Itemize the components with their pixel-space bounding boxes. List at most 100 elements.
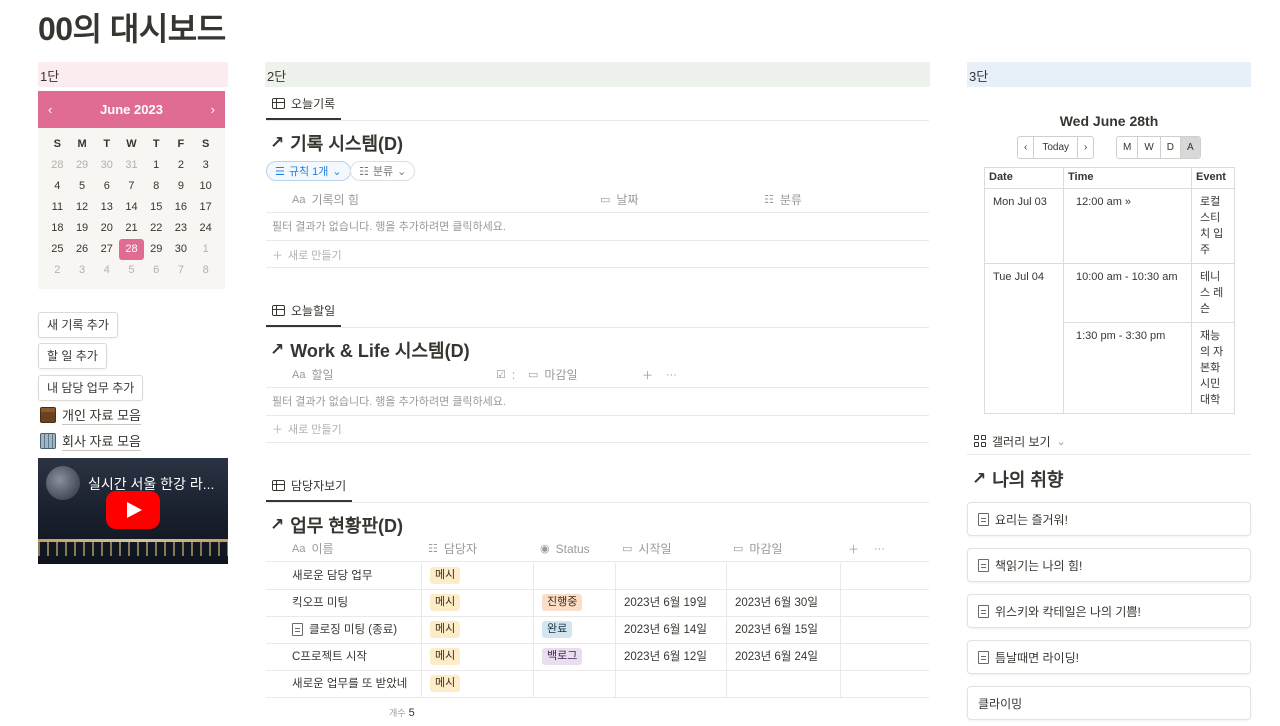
filter-pill[interactable]: ☰ 규칙 1개 ⌄ xyxy=(266,161,351,181)
calendar-day[interactable]: 21 xyxy=(119,218,144,239)
next-week-button[interactable]: › xyxy=(1078,137,1093,158)
calendar-day[interactable]: 19 xyxy=(70,218,95,239)
prev-month-icon[interactable]: ‹ xyxy=(48,102,52,117)
header-due[interactable]: ▭ 마감일 xyxy=(502,366,578,383)
new-row-button[interactable]: ＋ 새로 만들기 xyxy=(272,421,342,437)
task-due-date[interactable] xyxy=(727,563,841,590)
calendar-day[interactable]: 4 xyxy=(94,260,119,281)
add-my-task-button[interactable]: 내 담당 업무 추가 xyxy=(38,375,144,401)
new-row-button[interactable]: ＋ 새로 만들기 xyxy=(272,247,342,263)
table-row[interactable]: 새로운 담당 업무 메시 xyxy=(266,563,929,590)
youtube-embed[interactable]: 실시간 서울 한강 라... xyxy=(38,458,228,564)
table-row[interactable]: 클로징 미팅 (종료) 메시 완료 2023년 6월 14일 2023년 6월 15일 xyxy=(266,617,929,644)
task-name[interactable]: 새로운 담당 업무 xyxy=(266,563,422,590)
today-button[interactable]: Today xyxy=(1034,137,1079,158)
tab-by-owner[interactable]: 담당자보기 xyxy=(266,470,353,502)
calendar-day[interactable]: 2 xyxy=(169,155,194,176)
header-todo[interactable]: Aa 할일 xyxy=(266,366,334,383)
header-name[interactable]: Aa 이름 xyxy=(266,540,334,557)
header-title[interactable]: Aa 기록의 힘 xyxy=(266,191,359,208)
calendar-day[interactable]: 23 xyxy=(169,218,194,239)
play-icon[interactable] xyxy=(106,491,160,529)
calendar-day[interactable]: 30 xyxy=(169,239,194,260)
task-due-date[interactable] xyxy=(727,671,841,698)
calendar-day[interactable]: 20 xyxy=(94,218,119,239)
more-icon[interactable]: ··· xyxy=(640,369,677,381)
task-name[interactable]: 클로징 미팅 (종료) xyxy=(266,617,422,644)
calendar-day[interactable]: 22 xyxy=(144,218,169,239)
calendar-day[interactable]: 12 xyxy=(70,197,95,218)
view-week-button[interactable]: W xyxy=(1138,137,1161,158)
link-company-materials[interactable]: 회사 자료 모음 xyxy=(40,431,141,451)
table-row[interactable]: C프로젝트 시작 메시 백로그 2023년 6월 12일 2023년 6월 24일 xyxy=(266,644,929,671)
gallery-card[interactable]: 틈날때면 라이딩! xyxy=(967,640,1251,674)
task-status[interactable]: 완료 xyxy=(534,617,616,644)
agenda-event[interactable]: 테니스 레슨 xyxy=(1191,263,1235,323)
gallery-card[interactable]: 책읽기는 나의 힘! xyxy=(967,548,1251,582)
calendar-day[interactable]: 24 xyxy=(193,218,218,239)
gallery-card[interactable]: 위스키와 칵테일은 나의 기쁨! xyxy=(967,594,1251,628)
task-start-date[interactable] xyxy=(616,563,727,590)
tab-gallery-view[interactable]: 갤러리 보기 ⌄ xyxy=(968,428,1072,454)
calendar-day[interactable]: 28 xyxy=(45,155,70,176)
calendar-day[interactable]: 5 xyxy=(119,260,144,281)
calendar-day[interactable]: 30 xyxy=(94,155,119,176)
task-start-date[interactable]: 2023년 6월 19일 xyxy=(616,590,727,617)
task-start-date[interactable]: 2023년 6월 12일 xyxy=(616,644,727,671)
empty-filter-message[interactable]: 필터 결과가 없습니다. 행을 추가하려면 클릭하세요. xyxy=(266,213,929,241)
calendar-day[interactable]: 15 xyxy=(144,197,169,218)
tab-today-todos[interactable]: 오늘할일 xyxy=(266,295,342,327)
calendar-day[interactable]: 29 xyxy=(144,239,169,260)
next-month-icon[interactable]: › xyxy=(211,102,215,117)
task-due-date[interactable]: 2023년 6월 30일 xyxy=(727,590,841,617)
calendar-day[interactable]: 16 xyxy=(169,197,194,218)
prev-week-button[interactable]: ‹ xyxy=(1018,137,1035,158)
database-title-todos[interactable]: ↗ Work & Life 시스템(D) xyxy=(270,337,470,363)
task-owner[interactable]: 메시 xyxy=(422,563,534,590)
task-name[interactable]: C프로젝트 시작 xyxy=(266,644,422,671)
calendar-day[interactable]: 3 xyxy=(193,155,218,176)
view-agenda-button[interactable]: A xyxy=(1181,137,1200,158)
calendar-day[interactable]: 18 xyxy=(45,218,70,239)
agenda-event[interactable]: 로컬스티치 입주 xyxy=(1191,188,1235,264)
table-row[interactable]: 킥오프 미팅 메시 진행중 2023년 6월 19일 2023년 6월 30일 xyxy=(266,590,929,617)
header-owner[interactable]: ☷ 담당자 xyxy=(402,540,477,557)
calendar-day[interactable]: 17 xyxy=(193,197,218,218)
header-status[interactable]: ◉ Status xyxy=(514,542,590,556)
add-todo-button[interactable]: 할 일 추가 xyxy=(38,343,107,369)
calendar-day[interactable]: 7 xyxy=(169,260,194,281)
task-status[interactable]: 백로그 xyxy=(534,644,616,671)
calendar-day[interactable]: 11 xyxy=(45,197,70,218)
task-owner[interactable]: 메시 xyxy=(422,590,534,617)
header-due[interactable]: ▭ 마감일 xyxy=(707,540,783,557)
calendar-day[interactable]: 26 xyxy=(70,239,95,260)
view-month-button[interactable]: M xyxy=(1117,137,1139,158)
group-pill[interactable]: ☷ 분류 ⌄ xyxy=(350,161,416,181)
calendar-day[interactable]: 25 xyxy=(45,239,70,260)
calendar-day[interactable]: 4 xyxy=(45,176,70,197)
calendar-day[interactable]: 10 xyxy=(193,176,218,197)
header-start[interactable]: ▭ 시작일 xyxy=(596,540,672,557)
calendar-day[interactable]: 27 xyxy=(94,239,119,260)
calendar-day[interactable]: 1 xyxy=(193,239,218,260)
calendar-day[interactable]: 29 xyxy=(70,155,95,176)
calendar-day[interactable]: 1 xyxy=(144,155,169,176)
calendar-day[interactable]: 13 xyxy=(94,197,119,218)
calendar-day[interactable]: 6 xyxy=(94,176,119,197)
calendar-day[interactable]: 31 xyxy=(119,155,144,176)
database-title-tasks[interactable]: ↗ 업무 현황판(D) xyxy=(270,512,403,538)
task-status[interactable]: 진행중 xyxy=(534,590,616,617)
view-day-button[interactable]: D xyxy=(1161,137,1182,158)
agenda-event[interactable]: 재능의 자본화 시민대학 xyxy=(1191,322,1235,414)
task-due-date[interactable]: 2023년 6월 15일 xyxy=(727,617,841,644)
calendar-day[interactable]: 8 xyxy=(193,260,218,281)
task-status[interactable] xyxy=(534,563,616,590)
calendar-day[interactable]: 14 xyxy=(119,197,144,218)
calendar-day[interactable]: 5 xyxy=(70,176,95,197)
header-category[interactable]: ☷ 분류 xyxy=(738,191,802,208)
task-owner[interactable]: 메시 xyxy=(422,617,534,644)
calendar-day[interactable]: 8 xyxy=(144,176,169,197)
task-owner[interactable]: 메시 xyxy=(422,671,534,698)
calendar-day[interactable]: 2 xyxy=(45,260,70,281)
task-start-date[interactable]: 2023년 6월 14일 xyxy=(616,617,727,644)
